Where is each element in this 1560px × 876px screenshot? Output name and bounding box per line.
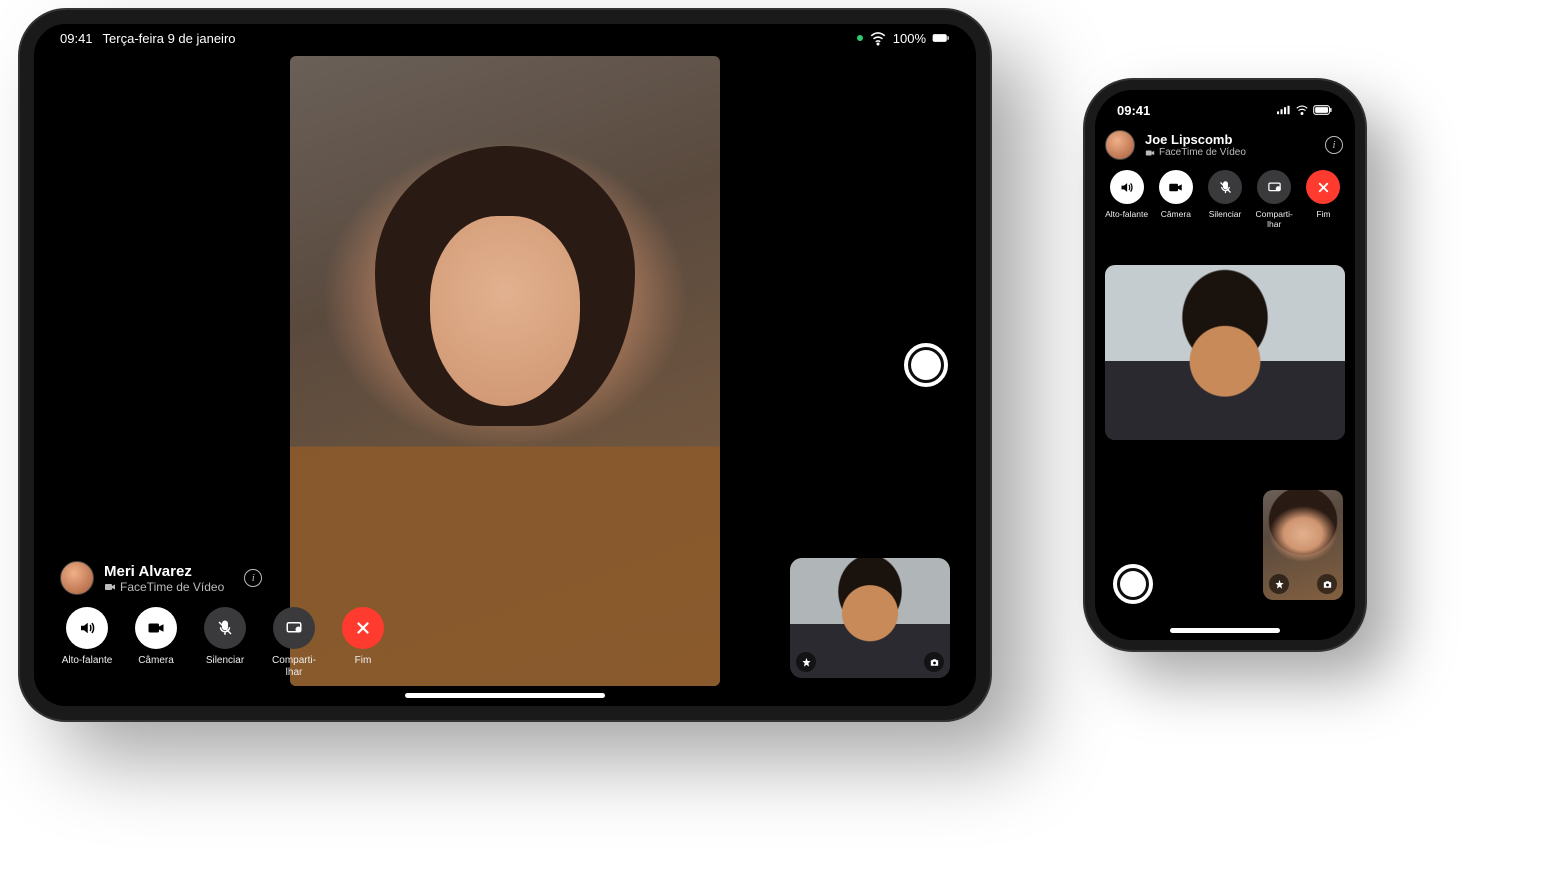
wifi-icon: [1295, 101, 1309, 119]
ipad-screen: 09:41 Terça-feira 9 de janeiro 100% Meri…: [34, 24, 976, 706]
video-small-icon: [1145, 148, 1155, 158]
caller-subtitle: FaceTime de Vídeo: [1159, 147, 1246, 158]
mute-button[interactable]: [1208, 170, 1242, 204]
caller-avatar[interactable]: [1105, 130, 1135, 160]
self-view-pip[interactable]: [1263, 490, 1343, 600]
camera-button[interactable]: [135, 607, 177, 649]
end-call-button[interactable]: [342, 607, 384, 649]
self-view-pip[interactable]: [790, 558, 950, 678]
ipad-status-time: 09:41: [60, 31, 93, 46]
remote-video: [1105, 265, 1345, 440]
camera-small-icon: [929, 657, 940, 668]
info-icon[interactable]: i: [1325, 136, 1343, 154]
caller-name: Joe Lipscomb: [1145, 132, 1246, 147]
end-label: Fim: [1316, 210, 1330, 220]
speaker-label: Alto-falante: [1105, 210, 1148, 220]
iphone-device: 09:41 Joe Lipscomb FaceTime de Vídeo i: [1085, 80, 1365, 650]
shareplay-icon: [1267, 180, 1282, 195]
star-icon: [1274, 579, 1285, 590]
effects-button[interactable]: [1269, 574, 1289, 594]
call-control-panel: Joe Lipscomb FaceTime de Vídeo i Alto-fa…: [1105, 130, 1345, 230]
caller-name: Meri Alvarez: [104, 563, 224, 580]
caller-avatar[interactable]: [60, 561, 94, 595]
dynamic-island: [1181, 100, 1269, 124]
ipad-device: 09:41 Terça-feira 9 de janeiro 100% Meri…: [20, 10, 990, 720]
star-icon: [801, 657, 812, 668]
ipad-status-bar: 09:41 Terça-feira 9 de janeiro 100%: [34, 24, 976, 52]
camera-active-dot-icon: [857, 35, 863, 41]
caller-subtitle: FaceTime de Vídeo: [120, 580, 224, 594]
speaker-button[interactable]: [66, 607, 108, 649]
ipad-battery-pct: 100%: [893, 31, 926, 46]
speaker-label: Alto-falante: [62, 655, 113, 667]
effects-button[interactable]: [796, 652, 816, 672]
camera-small-icon: [1322, 579, 1333, 590]
live-photo-shutter-button[interactable]: [904, 343, 948, 387]
iphone-screen: 09:41 Joe Lipscomb FaceTime de Vídeo i: [1095, 90, 1355, 640]
end-label: Fim: [355, 655, 372, 667]
shareplay-button[interactable]: [1257, 170, 1291, 204]
battery-icon: [1313, 101, 1333, 119]
speaker-icon: [1119, 180, 1134, 195]
mic-off-icon: [216, 619, 234, 637]
video-icon: [147, 619, 165, 637]
shareplay-button[interactable]: [273, 607, 315, 649]
cellular-icon: [1277, 101, 1291, 119]
flip-camera-button[interactable]: [924, 652, 944, 672]
close-icon: [1316, 180, 1331, 195]
iphone-status-time: 09:41: [1117, 103, 1150, 118]
share-label: Comparti- lhar: [1256, 210, 1293, 230]
video-small-icon: [104, 581, 116, 593]
camera-label: Câmera: [138, 655, 174, 667]
call-control-panel: Meri Alvarez FaceTime de Vídeo i Alto-fa…: [60, 561, 390, 678]
share-label: Comparti- lhar: [272, 655, 316, 678]
close-icon: [354, 619, 372, 637]
video-icon: [1168, 180, 1183, 195]
end-call-button[interactable]: [1306, 170, 1340, 204]
camera-button[interactable]: [1159, 170, 1193, 204]
wifi-icon: [869, 29, 887, 47]
flip-camera-button[interactable]: [1317, 574, 1337, 594]
mic-off-icon: [1218, 180, 1233, 195]
camera-label: Câmera: [1161, 210, 1191, 220]
info-icon[interactable]: i: [244, 569, 262, 587]
speaker-button[interactable]: [1110, 170, 1144, 204]
mute-label: Silenciar: [1209, 210, 1242, 220]
ipad-status-date: Terça-feira 9 de janeiro: [103, 31, 236, 46]
speaker-icon: [78, 619, 96, 637]
home-indicator[interactable]: [1170, 628, 1280, 633]
live-photo-shutter-button[interactable]: [1113, 564, 1153, 604]
mute-button[interactable]: [204, 607, 246, 649]
shareplay-icon: [285, 619, 303, 637]
battery-icon: [932, 29, 950, 47]
mute-label: Silenciar: [206, 655, 244, 667]
home-indicator[interactable]: [405, 693, 605, 698]
